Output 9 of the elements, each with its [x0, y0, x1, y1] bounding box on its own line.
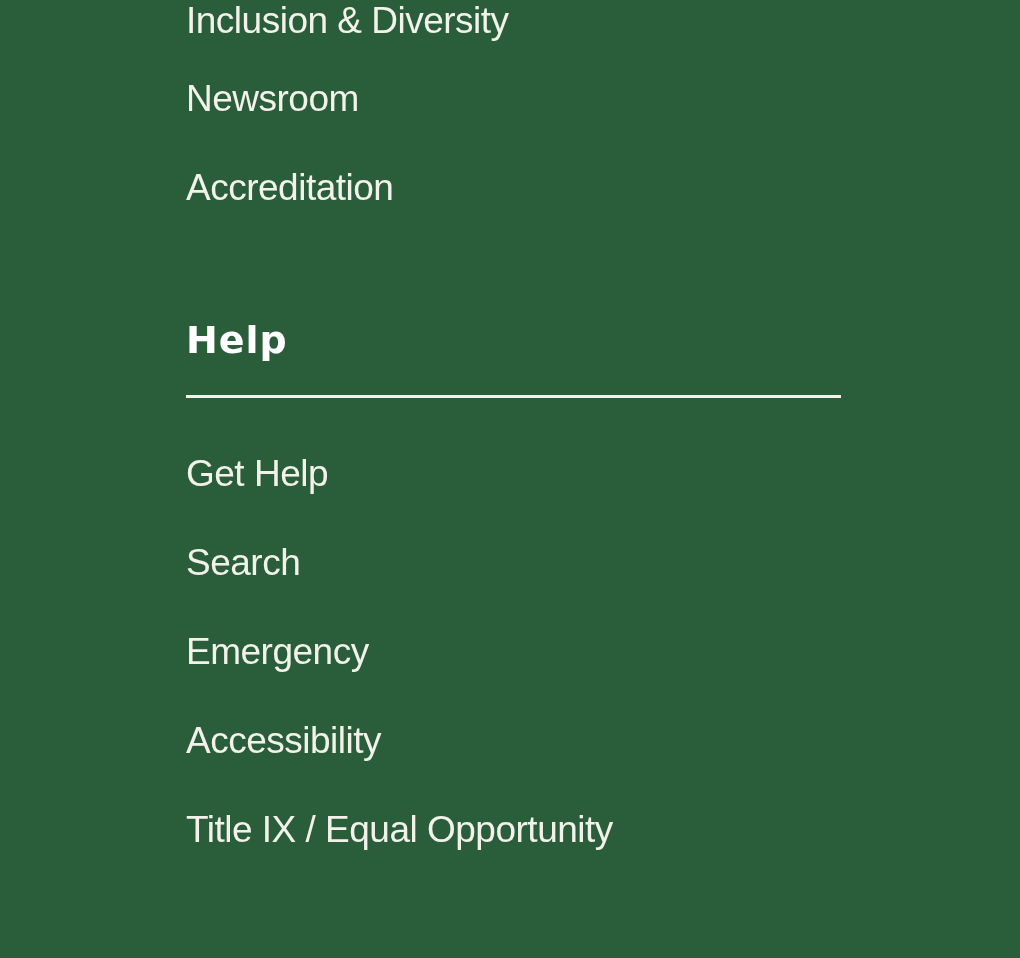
- footer-link[interactable]: Accessibility: [186, 719, 381, 762]
- section-heading: Help: [186, 317, 289, 364]
- footer-link[interactable]: Accreditation: [186, 166, 394, 209]
- footer-link[interactable]: Emergency: [186, 630, 369, 673]
- footer-link[interactable]: Title IX / Equal Opportunity: [186, 808, 613, 851]
- footer-link[interactable]: Get Help: [186, 452, 328, 495]
- footer-link[interactable]: Search: [186, 541, 301, 584]
- footer-link[interactable]: Newsroom: [186, 77, 359, 120]
- footer-link[interactable]: Inclusion & Diversity: [186, 0, 509, 42]
